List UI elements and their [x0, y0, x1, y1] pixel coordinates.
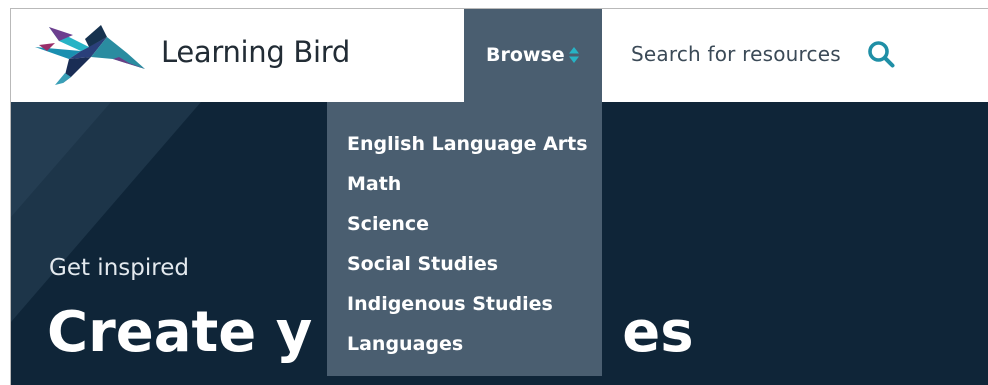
browse-tab[interactable]: Browse [464, 9, 602, 102]
browse-menu-list: English Language Arts Math Science Social S… [327, 102, 602, 364]
bird-logo-icon[interactable] [29, 23, 149, 85]
browse-menu-item[interactable]: English Language Arts [347, 124, 602, 164]
hero-heading-left: Create y [47, 300, 313, 365]
browse-menu-item[interactable]: Math [347, 164, 602, 204]
browse-menu-item[interactable]: Indigenous Studies [347, 284, 602, 324]
browse-dropdown-menu: English Language Arts Math Science Social S… [327, 102, 602, 376]
search-link[interactable]: Search for resources [631, 42, 841, 66]
site-frame: Learning Bird Browse Search for resource… [10, 8, 988, 385]
magnifier-icon[interactable] [867, 40, 895, 68]
browse-menu-item[interactable]: Languages [347, 324, 602, 364]
site-header: Learning Bird Browse Search for resource… [11, 9, 988, 102]
browse-menu-item[interactable]: Social Studies [347, 244, 602, 284]
browse-menu-item[interactable]: Science [347, 204, 602, 244]
hero-heading-right: es [622, 300, 694, 365]
brand-name[interactable]: Learning Bird [161, 35, 350, 69]
hero-eyebrow: Get inspired [49, 255, 189, 281]
browse-label: Browse [486, 44, 565, 66]
sort-arrows-icon [569, 47, 579, 63]
